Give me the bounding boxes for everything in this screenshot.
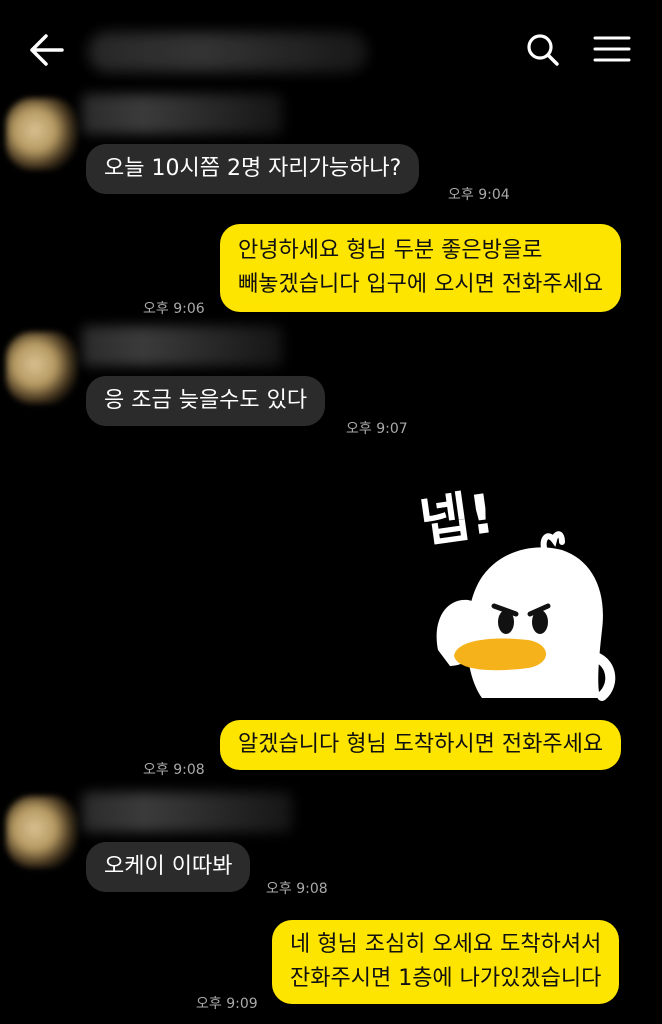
- avatar[interactable]: [6, 98, 78, 170]
- menu-button[interactable]: [590, 30, 634, 70]
- sticker-graphic: 넵!: [416, 482, 616, 701]
- incoming-message-bubble[interactable]: 응 조금 늦을수도 있다: [86, 376, 326, 426]
- outgoing-message-bubble[interactable]: 알겠습니다 형님 도착하시면 전화주세요: [220, 720, 622, 770]
- back-button[interactable]: [26, 30, 70, 70]
- message-timestamp: 오후 9:08: [266, 881, 328, 897]
- outgoing-message-bubble[interactable]: 안녕하세요 형님 두분 좋은방을로 빼놓겠습니다 입구에 오시면 전화주세요: [220, 224, 622, 312]
- chat-title-blurred: [88, 32, 368, 72]
- hamburger-menu-icon: [593, 36, 631, 62]
- message-timestamp: 오후 9:06: [143, 301, 205, 317]
- avatar[interactable]: [6, 332, 78, 404]
- message-timestamp: 오후 9:08: [143, 762, 205, 778]
- message-text-line: 네 형님 조심히 오세요 도착하셔서: [290, 932, 602, 957]
- search-button[interactable]: [523, 30, 563, 70]
- message-text: 알겠습니다 형님 도착하시면 전화주세요: [238, 732, 604, 757]
- search-icon: [527, 34, 559, 66]
- message-text-line: 빼놓겠습니다 입구에 오시면 전화주세요: [238, 272, 604, 297]
- message-timestamp: 오후 9:04: [448, 187, 510, 203]
- message-text-line: 안녕하세요 형님 두분 좋은방을로: [238, 238, 543, 263]
- avatar[interactable]: [6, 796, 78, 868]
- sender-name-blurred: [82, 326, 282, 366]
- message-text-line: 잔화주시면 1층에 나가있겠습니다: [290, 966, 602, 991]
- sender-name-blurred: [82, 792, 292, 832]
- message-text: 오늘 10시쯤 2명 자리가능하나?: [104, 156, 402, 181]
- sticker-text: 넵!: [416, 482, 498, 555]
- chat-header: [0, 0, 662, 100]
- outgoing-message-bubble[interactable]: 네 형님 조심히 오세요 도착하셔서 잔화주시면 1층에 나가있겠습니다: [272, 920, 620, 1004]
- message-text: 응 조금 늦을수도 있다: [104, 388, 308, 413]
- incoming-message-bubble[interactable]: 오늘 10시쯤 2명 자리가능하나?: [86, 144, 420, 194]
- incoming-message-bubble[interactable]: 오케이 이따봐: [86, 842, 251, 892]
- message-timestamp: 오후 9:09: [196, 996, 258, 1012]
- arrow-left-icon: [30, 34, 64, 66]
- duck-sticker-icon[interactable]: 넵!: [402, 470, 622, 710]
- message-timestamp: 오후 9:07: [346, 421, 408, 437]
- message-text: 오케이 이따봐: [104, 854, 233, 879]
- sender-name-blurred: [82, 94, 282, 134]
